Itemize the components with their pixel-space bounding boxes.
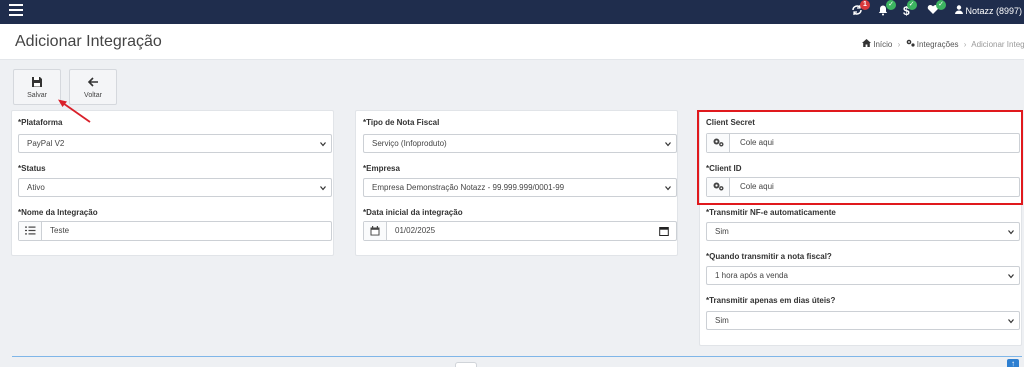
when-transmit-label: *Quando transmitir a nota fiscal? [706,252,832,261]
invoice-type-label: *Tipo de Nota Fiscal [363,118,440,127]
integration-name-field[interactable]: Teste [18,221,332,241]
check-badge-icon: ✓ [906,0,917,10]
dollar-icon[interactable]: $ ✓ [903,0,917,18]
bell-icon[interactable]: ✓ [877,0,896,19]
integration-name-value: Teste [50,226,70,235]
business-days-label: *Transmitir apenas em dias úteis? [706,296,836,305]
menu-icon[interactable] [9,4,23,16]
chevron-down-icon [665,142,671,147]
user-name: Notazz (8997) [965,6,1023,16]
user-menu[interactable]: Notazz (8997) ▾ [955,5,1024,17]
invoice-type-select[interactable]: Serviço (Infoproduto) [363,134,677,153]
credentials-highlight-box [697,110,1023,205]
list-icon-addon [19,222,42,240]
bottom-divider [12,356,1022,357]
page-title: Adicionar Integração [15,33,162,50]
integration-name-label: *Nome da Integração [18,208,98,217]
company-label: *Empresa [363,164,400,173]
list-ordered-icon [25,226,36,235]
chevron-down-icon [665,186,671,191]
business-days-value: Sim [715,316,729,325]
company-value: Empresa Demonstração Notazz - 99.999.999… [372,183,565,192]
check-badge-icon: ✓ [936,0,946,10]
start-date-value: 01/02/2025 [395,226,436,235]
business-days-select[interactable]: Sim [706,311,1020,330]
start-date-field[interactable]: 01/02/2025 [363,221,677,241]
status-label: *Status [18,164,46,173]
start-date-label: *Data inicial da integração [363,208,463,217]
heart-icon[interactable]: ✓ [927,0,946,18]
top-navbar: 1 ✓ $ ✓ ✓ Notazz (8997) ▾ [0,0,1024,24]
status-select[interactable]: Ativo [18,178,332,197]
arrow-left-icon [87,77,98,87]
platform-value: PayPal V2 [27,139,65,148]
invoice-type-value: Serviço (Infoproduto) [372,139,447,148]
when-transmit-value: 1 hora após a venda [715,271,788,280]
check-badge-icon: ✓ [886,0,896,10]
breadcrumb-separator: › [963,40,967,49]
annotation-arrow-icon [58,99,91,123]
breadcrumb-integrations[interactable]: Integrações [917,40,959,49]
page-header: Adicionar Integração Início › Integraçõe… [0,24,1024,60]
calendar-addon [364,222,387,240]
breadcrumb: Início › Integrações › Adicionar Integra… [862,39,1024,49]
home-icon [862,39,871,47]
chevron-down-icon [1008,319,1014,324]
chevron-down-icon [320,142,326,147]
breadcrumb-separator: › [897,40,901,49]
date-picker-icon[interactable] [659,226,669,236]
when-transmit-select[interactable]: 1 hora após a venda [706,266,1020,285]
status-value: Ativo [27,183,45,192]
auto-transmit-select[interactable]: Sim [706,222,1020,241]
chevron-down-icon [1008,230,1014,235]
sync-badge: 1 [860,0,870,10]
chevron-down-icon [1008,274,1014,279]
breadcrumb-current: Adicionar Integração [971,40,1024,49]
company-select[interactable]: Empresa Demonstração Notazz - 99.999.999… [363,178,677,197]
sync-icon[interactable]: 1 [851,0,870,19]
scroll-up-icon[interactable]: ↑ [1007,359,1019,367]
floppy-disk-icon [32,77,42,87]
auto-transmit-value: Sim [715,227,729,236]
bottom-tab-handle[interactable] [455,362,477,367]
user-icon [955,5,963,14]
breadcrumb-home[interactable]: Início [873,40,892,49]
calendar-icon [370,226,380,236]
platform-select[interactable]: PayPal V2 [18,134,332,153]
auto-transmit-label: *Transmitir NF-e automaticamente [706,208,836,217]
chevron-down-icon [320,186,326,191]
gears-icon [906,39,915,47]
